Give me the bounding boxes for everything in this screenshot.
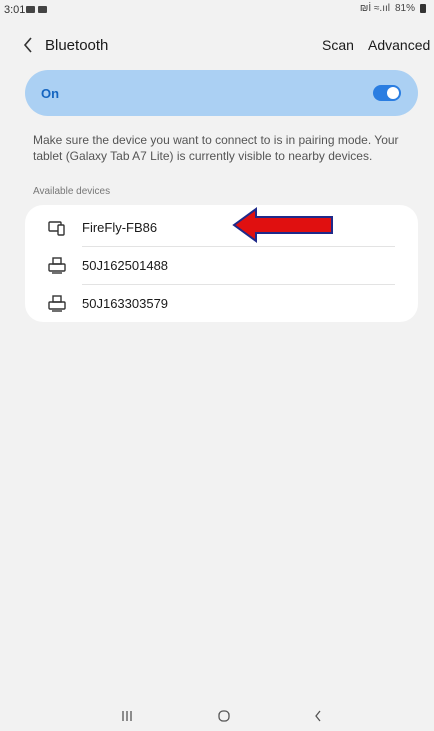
toggle-knob	[387, 87, 399, 99]
signal-wifi-icons: ₪İ ≈.ııl	[359, 3, 390, 14]
pairing-info-text: Make sure the device you want to connect…	[33, 133, 399, 163]
back-arrow-icon[interactable]	[18, 34, 38, 56]
available-devices-list: FireFly-FB86 50J162501488 50J163303579	[25, 205, 418, 322]
printer-icon	[47, 256, 67, 276]
scan-button[interactable]: Scan	[322, 37, 354, 53]
notification-icons	[26, 6, 47, 13]
nav-back-icon[interactable]	[303, 704, 333, 728]
page-title: Bluetooth	[45, 37, 109, 54]
device-row-printer-1[interactable]: 50J162501488	[25, 247, 418, 285]
battery-icon	[420, 4, 426, 13]
advanced-button[interactable]: Advanced	[368, 37, 430, 53]
available-devices-label: Available devices	[33, 186, 111, 197]
home-icon[interactable]	[209, 704, 239, 728]
tablet-phone-icon	[47, 218, 67, 238]
video-notification-icon	[38, 6, 47, 13]
device-name: FireFly-FB86	[82, 220, 158, 235]
red-arrow-annotation	[232, 207, 333, 243]
device-row-printer-2[interactable]: 50J163303579	[25, 285, 418, 323]
app-bar: Bluetooth Scan Advanced	[0, 28, 434, 62]
recents-icon[interactable]	[112, 704, 142, 728]
bluetooth-on-card[interactable]: On	[25, 70, 418, 116]
device-row-firefly[interactable]: FireFly-FB86	[25, 209, 418, 247]
battery-percent: 81%	[394, 3, 415, 14]
bluetooth-toggle-switch[interactable]	[373, 85, 401, 101]
printer-icon	[47, 294, 67, 314]
device-name: 50J162501488	[82, 258, 169, 273]
bluetooth-state-label: On	[41, 86, 60, 101]
status-time: 3:01	[4, 4, 26, 16]
system-nav-bar	[0, 700, 434, 731]
gallery-notification-icon	[26, 6, 35, 13]
status-right: ₪İ ≈.ııl 81%	[360, 3, 426, 14]
device-name: 50J163303579	[82, 296, 169, 311]
status-bar: 3:01 ₪İ ≈.ııl 81%	[0, 0, 434, 22]
